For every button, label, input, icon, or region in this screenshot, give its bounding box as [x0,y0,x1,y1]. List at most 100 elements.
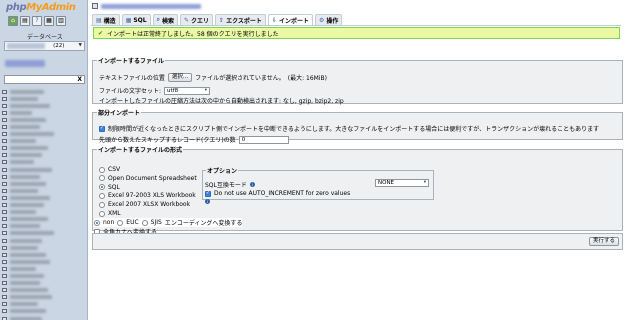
table-icon[interactable] [2,231,7,236]
table-name-redacted[interactable] [10,288,48,293]
table-list-item[interactable] [2,116,86,123]
table-name-redacted[interactable] [10,139,36,144]
table-name-redacted[interactable] [10,203,44,208]
table-list-item[interactable] [2,102,86,109]
table-icon[interactable] [2,167,7,172]
table-icon[interactable] [2,295,7,300]
table-icon[interactable] [2,252,7,257]
table-list-item[interactable] [2,180,86,187]
format-radio[interactable] [99,210,105,217]
table-name-redacted[interactable] [10,281,40,286]
table-name-redacted[interactable] [10,153,42,158]
table-icon[interactable] [2,195,7,200]
tab-search[interactable]: ⌕ 検索 [152,14,178,25]
table-list-item[interactable] [2,272,86,279]
table-name-redacted[interactable] [10,125,40,130]
table-name-redacted[interactable] [10,309,46,314]
table-list-item[interactable] [2,187,86,194]
table-name-redacted[interactable] [10,181,46,186]
table-icon[interactable] [2,139,7,144]
table-name-redacted[interactable] [10,117,46,122]
table-icon[interactable] [2,125,7,130]
table-name-redacted[interactable] [10,252,46,257]
no-auto-increment-checkbox[interactable]: ✓ [205,190,211,197]
table-icon[interactable] [2,273,7,278]
browse-button[interactable]: 選択... [167,73,193,82]
table-name-redacted[interactable] [10,231,54,236]
table-icon[interactable] [2,245,7,250]
table-name-redacted[interactable] [10,295,52,300]
home-icon[interactable]: ⌂ [8,16,18,26]
table-icon[interactable] [2,153,7,158]
table-icon[interactable] [2,146,7,151]
clear-filter-icon[interactable]: X [77,76,82,84]
table-list-item[interactable] [2,152,86,159]
table-name-redacted[interactable] [10,224,40,229]
table-list-item[interactable] [2,287,86,294]
tab-operations[interactable]: ⚙ 操作 [314,14,343,25]
table-icon[interactable] [2,132,7,137]
table-list-item[interactable] [2,280,86,287]
table-icon[interactable] [2,117,7,122]
table-name-redacted[interactable] [10,266,36,271]
table-list-item[interactable] [2,123,86,130]
table-icon[interactable] [2,316,7,320]
table-icon[interactable] [2,89,7,94]
table-list-item[interactable] [2,159,86,166]
table-name-redacted[interactable] [10,302,38,307]
allow-interrupt-checkbox[interactable]: ✓ [99,125,105,132]
table-list-item[interactable] [2,265,86,272]
table-list-item[interactable] [2,308,86,315]
table-list-item[interactable] [2,194,86,201]
table-name-redacted[interactable] [10,245,38,250]
table-name-redacted[interactable] [10,174,40,179]
table-icon[interactable] [2,203,7,208]
table-name-redacted[interactable] [10,238,42,243]
format-radio[interactable] [99,166,105,173]
skip-queries-input[interactable]: 0 [238,135,289,144]
database-select[interactable]: (22) ▼ [4,41,85,51]
format-radio[interactable] [99,184,105,191]
table-list-item[interactable] [2,138,86,145]
table-icon[interactable] [2,266,7,271]
breadcrumb-redacted[interactable] [101,3,201,9]
table-icon[interactable] [2,217,7,222]
table-name-redacted[interactable] [10,259,50,264]
table-icon[interactable] [2,224,7,229]
table-list-item[interactable] [2,315,86,320]
format-radio[interactable] [99,201,105,208]
table-icon[interactable] [2,188,7,193]
table-icon[interactable] [2,288,7,293]
table-name-redacted[interactable] [10,273,44,278]
table-icon[interactable] [2,259,7,264]
table-name-redacted[interactable] [10,167,52,172]
table-name-redacted[interactable] [10,188,38,193]
table-list-item[interactable] [2,109,86,116]
table-name-redacted[interactable] [10,316,42,320]
current-database-link[interactable] [5,60,45,67]
table-filter-input[interactable]: X [4,75,85,84]
docs-icon[interactable]: ▦ [44,16,54,26]
table-list-item[interactable] [2,88,86,95]
submit-button[interactable]: 実行する [588,237,619,246]
table-icon[interactable] [2,174,7,179]
table-list-item[interactable] [2,223,86,230]
tab-structure[interactable]: ▤ 構造 [92,14,120,25]
table-icon[interactable] [2,302,7,307]
table-icon[interactable] [2,210,7,215]
tab-query[interactable]: ✎ クエリ [180,14,214,25]
table-icon[interactable] [2,281,7,286]
format-radio[interactable] [99,175,105,182]
table-list-item[interactable] [2,131,86,138]
table-icon[interactable] [2,110,7,115]
table-list-item[interactable] [2,244,86,251]
encoding-radio-non[interactable] [94,219,100,226]
table-name-redacted[interactable] [10,110,32,115]
query-icon[interactable]: ? [32,16,42,26]
table-name-redacted[interactable] [10,217,48,222]
charset-select[interactable]: utf8 ▾ [164,86,211,95]
table-name-redacted[interactable] [10,146,48,151]
table-list-item[interactable] [2,209,86,216]
table-list-item[interactable] [2,166,86,173]
table-list-item[interactable] [2,301,86,308]
